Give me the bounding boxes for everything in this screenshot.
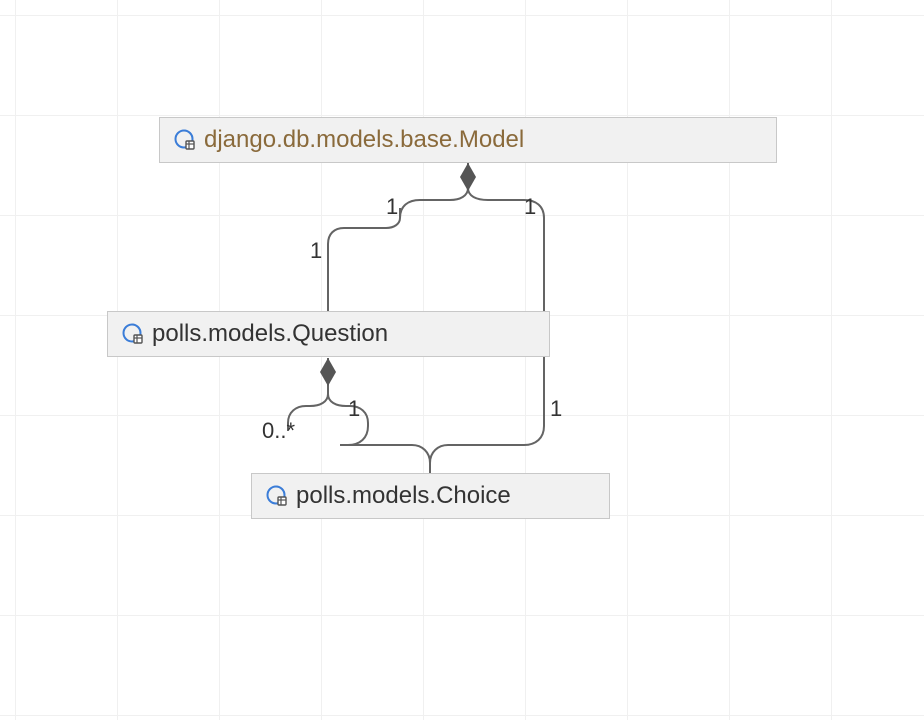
class-label: polls.models.Question [152, 320, 388, 348]
class-label: django.db.models.base.Model [204, 126, 524, 154]
class-icon [174, 129, 196, 151]
class-label: polls.models.Choice [296, 482, 511, 510]
class-node-model[interactable]: django.db.models.base.Model [159, 117, 777, 163]
diamond-markers [0, 0, 924, 720]
class-node-question[interactable]: polls.models.Question [107, 311, 550, 357]
class-icon [266, 485, 288, 507]
class-icon [122, 323, 144, 345]
class-node-choice[interactable]: polls.models.Choice [251, 473, 610, 519]
